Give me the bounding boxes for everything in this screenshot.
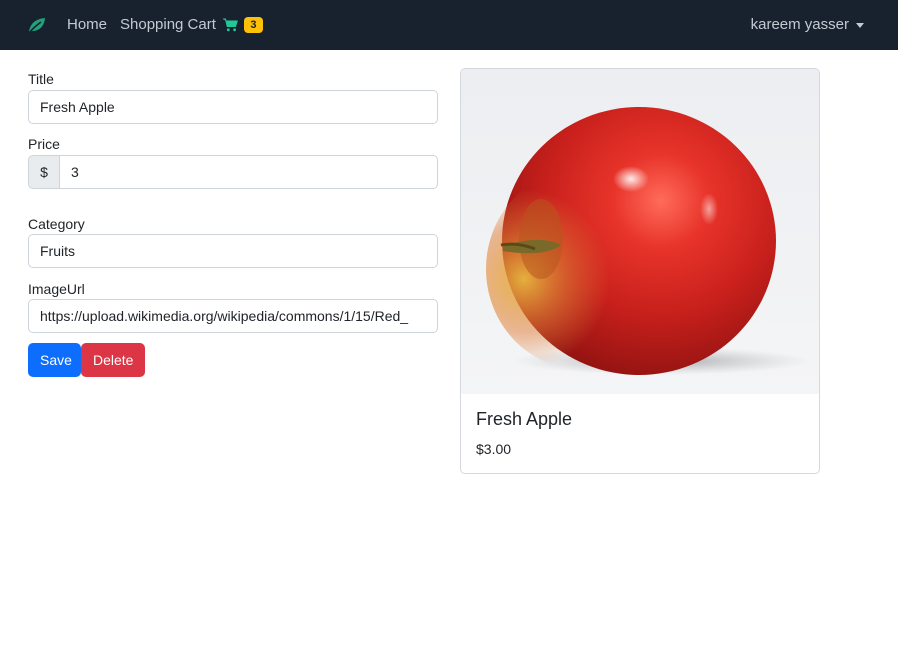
form-actions: Save Delete: [28, 343, 145, 377]
nav-shopping-cart-link[interactable]: Shopping Cart 3: [120, 16, 263, 33]
save-button[interactable]: Save: [28, 343, 81, 377]
user-menu-dropdown[interactable]: kareem yasser: [751, 16, 864, 33]
price-input[interactable]: [59, 155, 438, 189]
user-name: kareem yasser: [750, 16, 849, 33]
price-input-group: $: [28, 155, 438, 189]
leaf-icon[interactable]: [27, 15, 47, 35]
currency-prefix: $: [28, 155, 59, 189]
card-title: Fresh Apple: [476, 409, 573, 429]
title-input[interactable]: [28, 90, 438, 124]
cart-icon: [222, 18, 238, 32]
delete-button[interactable]: Delete: [81, 343, 145, 377]
nav-shopping-cart-label: Shopping Cart: [120, 16, 216, 33]
nav-home-link[interactable]: Home: [67, 16, 107, 33]
image-url-label: ImageUrl: [28, 281, 85, 297]
category-label: Category: [28, 216, 85, 232]
product-preview-card: Fresh Apple $3.00: [460, 68, 820, 474]
image-url-input[interactable]: [28, 299, 438, 333]
navbar: Home Shopping Cart 3 kareem yasser: [0, 0, 898, 50]
category-input[interactable]: [28, 234, 438, 268]
cart-count-badge: 3: [243, 16, 263, 33]
caret-down-icon: [856, 23, 864, 28]
card-price: $3.00: [476, 441, 512, 457]
price-label: Price: [28, 136, 60, 152]
title-label: Title: [28, 71, 54, 87]
product-image: [461, 69, 819, 394]
